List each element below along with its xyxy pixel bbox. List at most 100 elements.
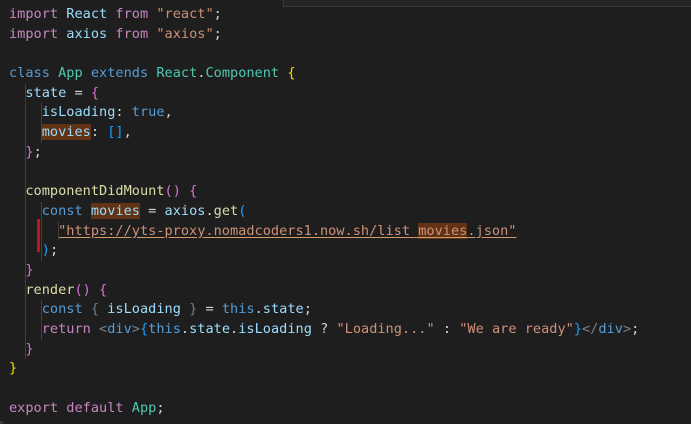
code-token: { [189,183,198,200]
code-token: ; [156,399,165,416]
code-token: "https://yts-proxy.nomadcoders1.now.sh/l… [58,222,419,239]
indent-guide [41,241,42,261]
code-line[interactable]: isLoading: true, [9,103,691,124]
code-token: : [434,321,460,337]
code-token: ; [631,321,640,337]
code-token: this [221,301,255,318]
code-line[interactable] [9,379,691,399]
code-token: this [148,321,181,337]
code-token: componentDidMount [25,183,165,200]
indent-guide [25,123,26,143]
code-token: ) [41,242,50,259]
indent-guide [41,320,42,340]
code-token: { [90,301,108,318]
code-line[interactable]: } [9,359,691,379]
indent-guide [41,221,42,242]
indent-guide [25,182,26,202]
code-token: div [598,321,623,337]
code-token: [] [107,124,124,141]
indent-guide [41,123,42,143]
code-token: movies [90,202,140,219]
code-token: { [90,84,100,101]
code-token: render [25,281,75,298]
code-line[interactable]: const movies = axios.get( [9,201,691,222]
code-token: () [164,183,190,200]
indent-guide [25,260,26,281]
code-token: React [66,6,108,22]
code-editor[interactable]: import React from "react"; import axios f… [0,0,691,424]
code-token: } [9,360,18,377]
code-token: ; [213,25,222,42]
code-line[interactable] [9,162,691,183]
indent-guide [25,241,26,261]
code-line[interactable]: "https://yts-proxy.nomadcoders1.now.sh/l… [9,221,691,242]
code-token: state [189,321,231,337]
code-token: () [74,281,100,298]
code-line[interactable]: return <div>{this.state.isLoading ? "Loa… [9,320,691,340]
code-line[interactable]: movies: [], [9,123,691,143]
indent-guide [25,201,26,222]
code-token: React [156,65,198,82]
code-line[interactable]: export default App; [9,399,691,419]
code-line[interactable]: class App extends React.Component { [9,64,691,84]
code-token: } [25,340,34,357]
code-token: > [622,321,632,337]
code-token: : [90,124,108,141]
code-line[interactable]: render() { [9,280,691,301]
code-token: = [139,202,165,219]
code-token: ; [213,6,222,22]
code-line[interactable]: import axios from "axios"; [9,25,691,45]
code-line[interactable]: componentDidMount() { [9,182,691,202]
code-token: "axios" [156,25,214,42]
code-token: return [41,321,91,337]
code-area[interactable]: import React from "react"; import axios f… [9,5,691,418]
code-token: > [131,321,140,337]
code-token: ; [49,242,59,259]
indent-guide [25,83,26,104]
code-token: isLoading [41,104,116,121]
code-token: from [115,6,149,22]
code-token: isLoading [107,301,181,318]
code-token: movies [41,124,91,141]
code-token: App [131,399,157,416]
code-token: , [123,124,132,141]
code-line[interactable]: state = { [9,83,691,104]
code-token: isLoading [238,321,312,337]
code-token: } [180,301,198,318]
code-token: = [197,301,222,318]
code-token: state [25,84,67,101]
code-token: { [99,281,108,298]
code-token: import [9,25,59,42]
code-token: state [262,301,304,318]
indent-guide [25,339,26,360]
code-token: : [115,104,132,121]
code-token: "react" [156,6,214,22]
code-token: extends [90,65,149,82]
code-line[interactable]: } [9,260,691,281]
code-line[interactable]: ); [9,241,691,261]
indent-guide [25,280,26,301]
code-token: ; [33,143,42,160]
code-token: App [58,65,83,82]
code-token: default [66,399,124,416]
code-token: . [205,202,214,219]
code-line[interactable]: const { isLoading } = this.state; [9,300,691,320]
code-token: { [139,321,149,337]
code-line[interactable]: import React from "react"; [9,5,691,25]
code-line[interactable]: } [9,339,691,360]
code-line[interactable]: }; [9,142,691,163]
code-token: movies [418,222,468,239]
code-token: { [287,65,296,82]
indent-guide [25,142,26,163]
code-line[interactable] [9,44,691,64]
code-token: , [164,104,173,121]
code-token: } [573,321,582,337]
